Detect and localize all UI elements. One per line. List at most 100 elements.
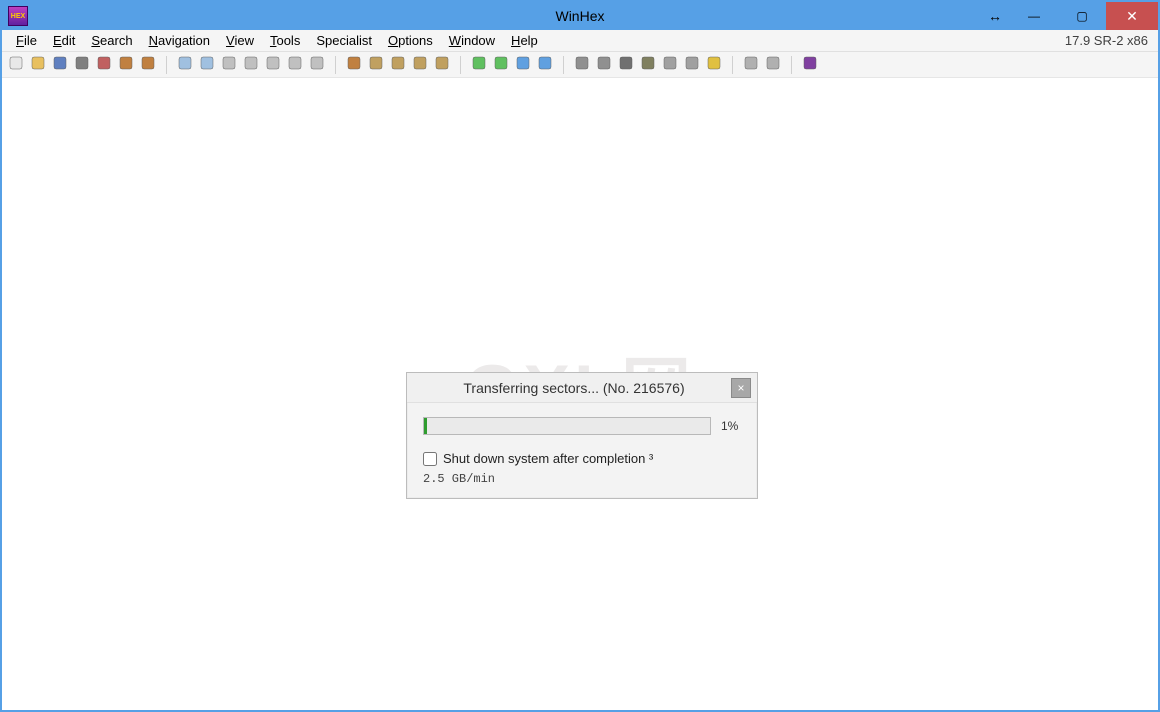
properties-button[interactable] — [94, 55, 114, 75]
undo-button[interactable] — [175, 55, 195, 75]
calc-button[interactable] — [638, 55, 658, 75]
toolbar-separator — [460, 56, 461, 74]
shutdown-checkbox[interactable] — [423, 452, 437, 466]
close-button[interactable]: ✕ — [1106, 2, 1158, 30]
nav-back-icon — [515, 55, 531, 74]
dialog-title-text: Transferring sectors... (No. 216576) — [417, 380, 731, 396]
nav-prev-button[interactable] — [741, 55, 761, 75]
find-button[interactable] — [344, 55, 364, 75]
menu-help[interactable]: Help — [503, 33, 546, 48]
cut-icon — [221, 55, 237, 74]
nav-forward-icon — [537, 55, 553, 74]
find-down-icon — [434, 55, 450, 74]
window1-icon — [118, 55, 134, 74]
minimize-button[interactable]: — — [1010, 2, 1058, 30]
toolbar-separator — [166, 56, 167, 74]
progress-row: 1% — [423, 417, 741, 435]
zoom-icon — [662, 55, 678, 74]
paste-button[interactable] — [263, 55, 283, 75]
nav-back-button[interactable] — [513, 55, 533, 75]
find-hex-button[interactable] — [366, 55, 386, 75]
ram-icon — [618, 55, 634, 74]
find-up-button[interactable] — [410, 55, 430, 75]
window-controls: ↔ — ▢ ✕ — [980, 2, 1158, 30]
copy-icon — [243, 55, 259, 74]
app-icon: HEX — [8, 6, 28, 26]
app-window: HEX WinHex ↔ — ▢ ✕ File Edit Search Navi… — [0, 0, 1160, 712]
menu-navigation[interactable]: Navigation — [141, 33, 218, 48]
progress-bar — [423, 417, 711, 435]
find-text-button[interactable] — [388, 55, 408, 75]
gear-icon — [684, 55, 700, 74]
find-down-button[interactable] — [432, 55, 452, 75]
paste-hex-icon — [287, 55, 303, 74]
shutdown-checkbox-row[interactable]: Shut down system after completion ³ — [423, 451, 741, 466]
properties-icon — [96, 55, 112, 74]
zoom-button[interactable] — [660, 55, 680, 75]
go-end-button[interactable] — [491, 55, 511, 75]
paste-hex-button[interactable] — [285, 55, 305, 75]
undo-icon — [177, 55, 193, 74]
toolbar-separator — [563, 56, 564, 74]
print-button[interactable] — [72, 55, 92, 75]
nav-next-button[interactable] — [763, 55, 783, 75]
version-label: 17.9 SR-2 x86 — [1065, 33, 1152, 48]
menu-view[interactable]: View — [218, 33, 262, 48]
menu-options[interactable]: Options — [380, 33, 441, 48]
toolbar-separator — [335, 56, 336, 74]
new-file-button[interactable] — [6, 55, 26, 75]
paste-bin-button[interactable] — [307, 55, 327, 75]
print-icon — [74, 55, 90, 74]
open-folder-button[interactable] — [28, 55, 48, 75]
warn-button[interactable] — [704, 55, 724, 75]
go-start-button[interactable] — [469, 55, 489, 75]
go-end-icon — [493, 55, 509, 74]
go-start-icon — [471, 55, 487, 74]
menu-specialist[interactable]: Specialist — [308, 33, 380, 48]
restore-arrows-icon[interactable]: ↔ — [980, 2, 1010, 30]
menubar: File Edit Search Navigation View Tools S… — [2, 30, 1158, 52]
menu-edit[interactable]: Edit — [45, 33, 83, 48]
dialog-titlebar[interactable]: Transferring sectors... (No. 216576) × — [407, 373, 757, 403]
disk2-icon — [596, 55, 612, 74]
menu-window[interactable]: Window — [441, 33, 503, 48]
window2-icon — [140, 55, 156, 74]
titlebar[interactable]: HEX WinHex ↔ — ▢ ✕ — [2, 2, 1158, 30]
window2-button[interactable] — [138, 55, 158, 75]
help-book-icon — [802, 55, 818, 74]
nav-prev-icon — [743, 55, 759, 74]
redo-button[interactable] — [197, 55, 217, 75]
content-area: GXI 网 Transferring sectors... (No. 21657… — [2, 78, 1158, 710]
progress-percent: 1% — [721, 419, 741, 433]
help-book-button[interactable] — [800, 55, 820, 75]
disk1-button[interactable] — [572, 55, 592, 75]
copy-button[interactable] — [241, 55, 261, 75]
ram-button[interactable] — [616, 55, 636, 75]
transfer-rate: 2.5 GB/min — [423, 472, 741, 486]
progress-fill — [424, 418, 427, 434]
find-hex-icon — [368, 55, 384, 74]
nav-forward-button[interactable] — [535, 55, 555, 75]
toolbar-separator — [791, 56, 792, 74]
save-icon — [52, 55, 68, 74]
find-text-icon — [390, 55, 406, 74]
open-folder-icon — [30, 55, 46, 74]
paste-bin-icon — [309, 55, 325, 74]
dialog-close-button[interactable]: × — [731, 378, 751, 398]
calc-icon — [640, 55, 656, 74]
cut-button[interactable] — [219, 55, 239, 75]
redo-icon — [199, 55, 215, 74]
maximize-button[interactable]: ▢ — [1058, 2, 1106, 30]
menu-tools[interactable]: Tools — [262, 33, 308, 48]
menu-file[interactable]: File — [8, 33, 45, 48]
menu-search[interactable]: Search — [83, 33, 140, 48]
disk1-icon — [574, 55, 590, 74]
gear-button[interactable] — [682, 55, 702, 75]
new-file-icon — [8, 55, 24, 74]
dialog-body: 1% Shut down system after completion ³ 2… — [407, 403, 757, 498]
progress-dialog: Transferring sectors... (No. 216576) × 1… — [406, 372, 758, 499]
disk2-button[interactable] — [594, 55, 614, 75]
find-icon — [346, 55, 362, 74]
save-button[interactable] — [50, 55, 70, 75]
window1-button[interactable] — [116, 55, 136, 75]
